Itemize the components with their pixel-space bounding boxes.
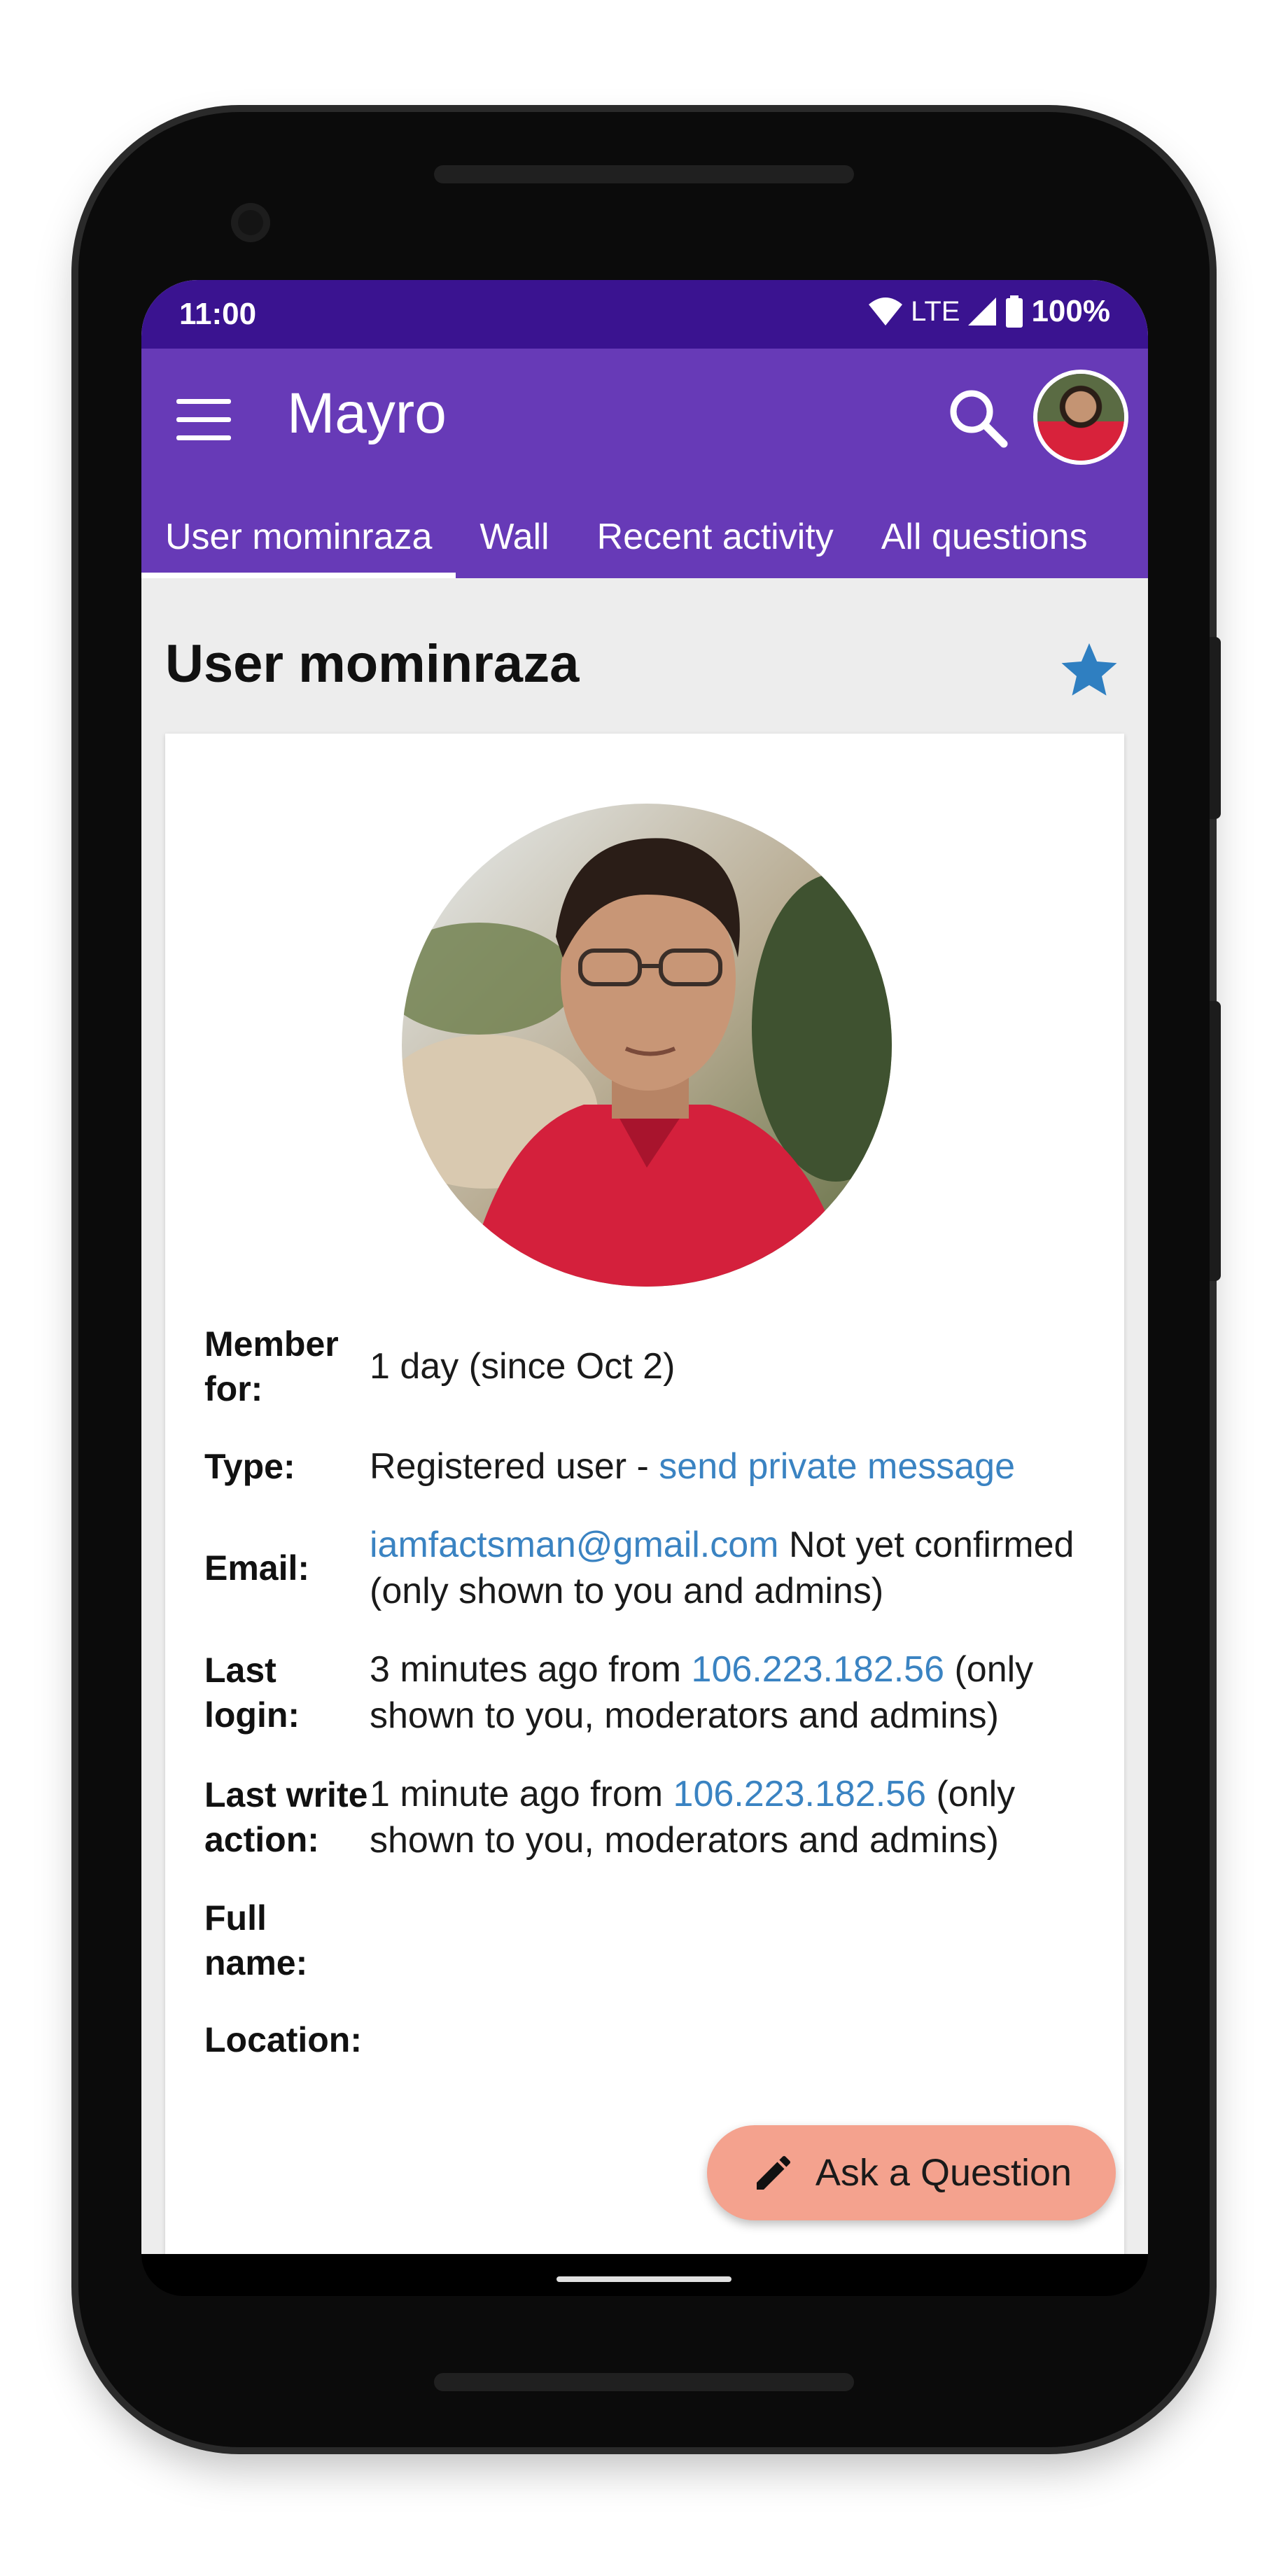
member-for-label: Member for: [204, 1324, 339, 1408]
full-name-value [370, 1896, 1093, 1985]
last-login-value-cell: 3 minutes ago from 106.223.182.56 (only … [370, 1646, 1093, 1739]
email-row: Email: iamfactsman@gmail.com Not yet con… [204, 1522, 1093, 1614]
last-write-prefix: 1 minute ago from [370, 1774, 673, 1814]
ask-question-label: Ask a Question [815, 2152, 1072, 2194]
profile-photo [402, 804, 892, 1287]
app-bar: Mayro User mominraza Wall Recent activit… [141, 349, 1148, 578]
status-icons: LTE 100% [867, 294, 1110, 329]
last-login-row: Last login: 3 minutes ago from 106.223.1… [204, 1646, 1093, 1739]
type-row: Type: Registered user - send private mes… [204, 1443, 1093, 1490]
top-speaker [434, 165, 854, 183]
last-login-label: Last login: [204, 1651, 300, 1735]
tab-bar: User mominraza Wall Recent activity All … [141, 503, 1112, 578]
email-label: Email: [204, 1548, 310, 1588]
member-for-value: 1 day (since Oct 2) [370, 1346, 676, 1387]
last-login-prefix: 3 minutes ago from [370, 1649, 692, 1690]
wifi-icon [869, 298, 903, 326]
email-value-cell: iamfactsman@gmail.com Not yet confirmed … [370, 1522, 1093, 1614]
app-title: Mayro [287, 382, 447, 445]
status-time: 11:00 [179, 297, 257, 331]
battery-icon [1006, 295, 1023, 328]
tab-recent-activity[interactable]: Recent activity [573, 503, 858, 578]
page-title: User mominraza [165, 634, 580, 694]
pencil-icon [756, 2155, 790, 2190]
full-name-row: Full name: [204, 1896, 1093, 1985]
location-value [370, 2017, 1093, 2062]
type-label: Type: [204, 1447, 295, 1486]
profile-details: Member for: 1 day (since Oct 2) Type: Re… [204, 1322, 1093, 2094]
location-label: Location: [204, 2020, 362, 2059]
menu-button[interactable] [172, 392, 235, 448]
last-write-label: Last write action: [204, 1775, 368, 1859]
send-private-message-link[interactable]: send private message [659, 1446, 1015, 1487]
volume-button [1210, 1001, 1221, 1281]
navigation-area [141, 2254, 1148, 2296]
type-value: Registered user - [370, 1446, 659, 1487]
screen: 11:00 LTE 100% Mayro User mominraza Wall… [141, 280, 1148, 2254]
full-name-label: Full name: [204, 1898, 308, 1982]
battery-level: 100% [1031, 294, 1110, 328]
email-link[interactable]: iamfactsman@gmail.com [370, 1525, 779, 1565]
member-for-row: Member for: 1 day (since Oct 2) [204, 1322, 1093, 1411]
tab-all-questions[interactable]: All questions [858, 503, 1112, 578]
ask-question-button[interactable]: Ask a Question [707, 2125, 1116, 2220]
account-avatar[interactable] [1037, 374, 1124, 461]
search-button[interactable] [939, 379, 1016, 456]
location-row: Location: [204, 2017, 1093, 2062]
status-bar: 11:00 LTE 100% [141, 280, 1148, 349]
bottom-speaker [434, 2373, 854, 2391]
star-icon[interactable] [1057, 638, 1121, 703]
signal-icon [968, 298, 997, 326]
profile-card: Member for: 1 day (since Oct 2) Type: Re… [165, 734, 1124, 2254]
last-write-value-cell: 1 minute ago from 106.223.182.56 (only s… [370, 1771, 1093, 1863]
tab-wall[interactable]: Wall [456, 503, 573, 578]
last-login-ip-link[interactable]: 106.223.182.56 [692, 1649, 944, 1690]
last-write-row: Last write action: 1 minute ago from 106… [204, 1771, 1093, 1863]
last-write-ip-link[interactable]: 106.223.182.56 [673, 1774, 926, 1814]
type-value-cell: Registered user - send private message [370, 1443, 1093, 1490]
search-icon [950, 390, 1008, 448]
tab-user[interactable]: User mominraza [141, 503, 456, 578]
power-button [1210, 637, 1221, 819]
front-camera [231, 203, 270, 242]
home-indicator[interactable] [556, 2276, 732, 2282]
network-type: LTE [911, 295, 960, 327]
member-for-value-cell: 1 day (since Oct 2) [370, 1322, 1093, 1411]
